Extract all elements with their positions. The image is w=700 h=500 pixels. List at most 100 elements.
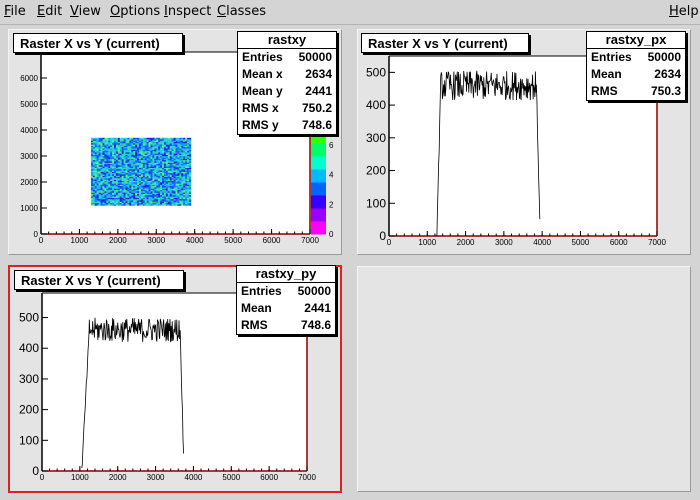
y-tick-label: 500 bbox=[366, 65, 386, 79]
x-tick-label: 7000 bbox=[648, 238, 666, 247]
menu-options[interactable]: Options bbox=[110, 4, 160, 19]
heatmap-cell bbox=[187, 137, 190, 140]
heatmap-cell bbox=[156, 137, 159, 140]
y-tick-label: 4000 bbox=[20, 126, 38, 135]
x-tick-label: 3000 bbox=[147, 236, 165, 245]
heatmap-cell bbox=[142, 137, 146, 140]
pad-rastxy-px[interactable]: 0 1000 2000 3000 4000 5000 6000 7000 0 100 200 300 4… bbox=[357, 29, 691, 255]
heatmap-cell bbox=[92, 137, 96, 140]
heatmap-cell bbox=[167, 137, 171, 140]
color-scale-bin bbox=[311, 221, 326, 235]
heatmap-cell bbox=[96, 137, 99, 140]
heatmap-cell bbox=[188, 137, 192, 140]
color-scale-label: 6 bbox=[329, 141, 334, 150]
stats-value: 2441 bbox=[305, 84, 332, 98]
menu-bar: File Edit View Options Inspect Classes H… bbox=[0, 0, 700, 25]
stats-value: 750.3 bbox=[650, 84, 681, 98]
x-tick-label: 2000 bbox=[109, 473, 127, 482]
y-tick-label: 6000 bbox=[20, 74, 38, 83]
y-tick-label: 3000 bbox=[20, 152, 38, 161]
stats-value: 748.6 bbox=[300, 318, 331, 332]
stats-row: Mean 2634 bbox=[587, 66, 685, 83]
heatmap-cell bbox=[106, 137, 109, 140]
heatmap-cell bbox=[173, 137, 176, 140]
heatmap-cell bbox=[185, 137, 188, 140]
heatmap-cell bbox=[140, 137, 144, 140]
heatmap-cell bbox=[121, 137, 124, 140]
y-tick-label: 400 bbox=[19, 341, 39, 355]
heatmap-cell bbox=[98, 137, 101, 140]
x-tick-label: 1000 bbox=[71, 473, 89, 482]
menu-edit[interactable]: Edit bbox=[37, 4, 62, 19]
stats-label: Mean y bbox=[242, 84, 283, 98]
y-tick-label: 200 bbox=[19, 403, 39, 417]
stats-name: rastxy_py bbox=[237, 266, 335, 283]
pad-title: Raster X vs Y (current) bbox=[361, 33, 529, 53]
heatmap-cell bbox=[90, 137, 94, 140]
menu-view[interactable]: View bbox=[70, 4, 101, 19]
y-tick-label: 300 bbox=[366, 131, 386, 145]
stats-label: Entries bbox=[241, 284, 282, 298]
menu-classes[interactable]: Classes bbox=[217, 4, 266, 19]
heatmap-cell bbox=[148, 137, 151, 140]
x-tick-label: 6000 bbox=[610, 238, 628, 247]
heatmap-cell bbox=[169, 137, 172, 140]
y-tick-label: 100 bbox=[19, 433, 39, 447]
color-scale-bin bbox=[311, 143, 326, 157]
heatmap-cell bbox=[171, 137, 174, 140]
heatmap-cell bbox=[146, 137, 149, 140]
pad-rastxy-py[interactable]: 0 1000 2000 3000 4000 5000 6000 7000 0 100 200 300 4… bbox=[8, 265, 342, 493]
heatmap-cell bbox=[138, 137, 142, 140]
stats-value: 50000 bbox=[298, 50, 332, 64]
pad-empty[interactable] bbox=[357, 266, 691, 492]
x-tick-label: 4000 bbox=[533, 238, 551, 247]
x-tick-label: 6000 bbox=[263, 236, 281, 245]
y-tick-label: 0 bbox=[34, 230, 39, 239]
y-tick-label: 1000 bbox=[20, 204, 38, 213]
y-tick-label: 200 bbox=[366, 164, 386, 178]
heatmap-cell bbox=[127, 137, 130, 140]
menu-help[interactable]: Help bbox=[669, 4, 699, 19]
heatmap-cell bbox=[102, 137, 105, 140]
stats-label: RMS bbox=[241, 318, 268, 332]
heatmap-cell bbox=[131, 137, 134, 140]
stats-value: 748.6 bbox=[301, 118, 332, 132]
color-scale-label: 4 bbox=[329, 171, 334, 180]
heatmap-cell bbox=[175, 137, 178, 140]
stats-value: 50000 bbox=[297, 284, 331, 298]
stats-row: Mean 2441 bbox=[237, 300, 335, 317]
stats-label: Mean bbox=[591, 67, 622, 81]
stats-label: Entries bbox=[591, 50, 632, 64]
heatmap-cell bbox=[112, 137, 115, 140]
stats-label: RMS y bbox=[242, 118, 279, 132]
x-tick-label: 5000 bbox=[222, 473, 240, 482]
heatmap-cell bbox=[117, 137, 121, 140]
y-tick-label: 300 bbox=[19, 372, 39, 386]
heatmap-cell bbox=[162, 137, 165, 140]
x-tick-label: 1000 bbox=[418, 238, 436, 247]
heatmap-cell bbox=[177, 137, 180, 140]
stats-row: Entries 50000 bbox=[587, 49, 685, 66]
heatmap-cell bbox=[181, 137, 184, 140]
x-tick-label: 5000 bbox=[572, 238, 590, 247]
stats-value: 2441 bbox=[304, 301, 331, 315]
stats-name: rastxy_px bbox=[587, 32, 685, 49]
stats-row: RMS y 748.6 bbox=[238, 117, 336, 134]
heatmap-cell bbox=[144, 137, 147, 140]
stats-box: rastxy Entries 50000 Mean x 2634 Mean y 2441 R… bbox=[237, 31, 337, 135]
stats-label: Entries bbox=[242, 50, 283, 64]
menu-inspect[interactable]: Inspect bbox=[164, 4, 211, 19]
y-tick-label: 2000 bbox=[20, 178, 38, 187]
x-tick-label: 0 bbox=[387, 238, 392, 247]
heatmap-cell bbox=[115, 137, 119, 140]
y-tick-label: 5000 bbox=[20, 100, 38, 109]
color-scale-bin bbox=[311, 169, 326, 183]
x-tick-label: 4000 bbox=[185, 473, 203, 482]
pad-rastxy[interactable]: 0 1000 2000 3000 4000 5000 6000 7000 0 1000 2000 30… bbox=[8, 29, 342, 255]
heatmap-cell bbox=[104, 137, 107, 140]
x-tick-label: 0 bbox=[39, 236, 44, 245]
heatmap-cell bbox=[123, 137, 126, 140]
y-tick-label: 0 bbox=[32, 464, 39, 478]
heatmap-cell bbox=[179, 137, 182, 140]
menu-file[interactable]: File bbox=[4, 4, 26, 19]
